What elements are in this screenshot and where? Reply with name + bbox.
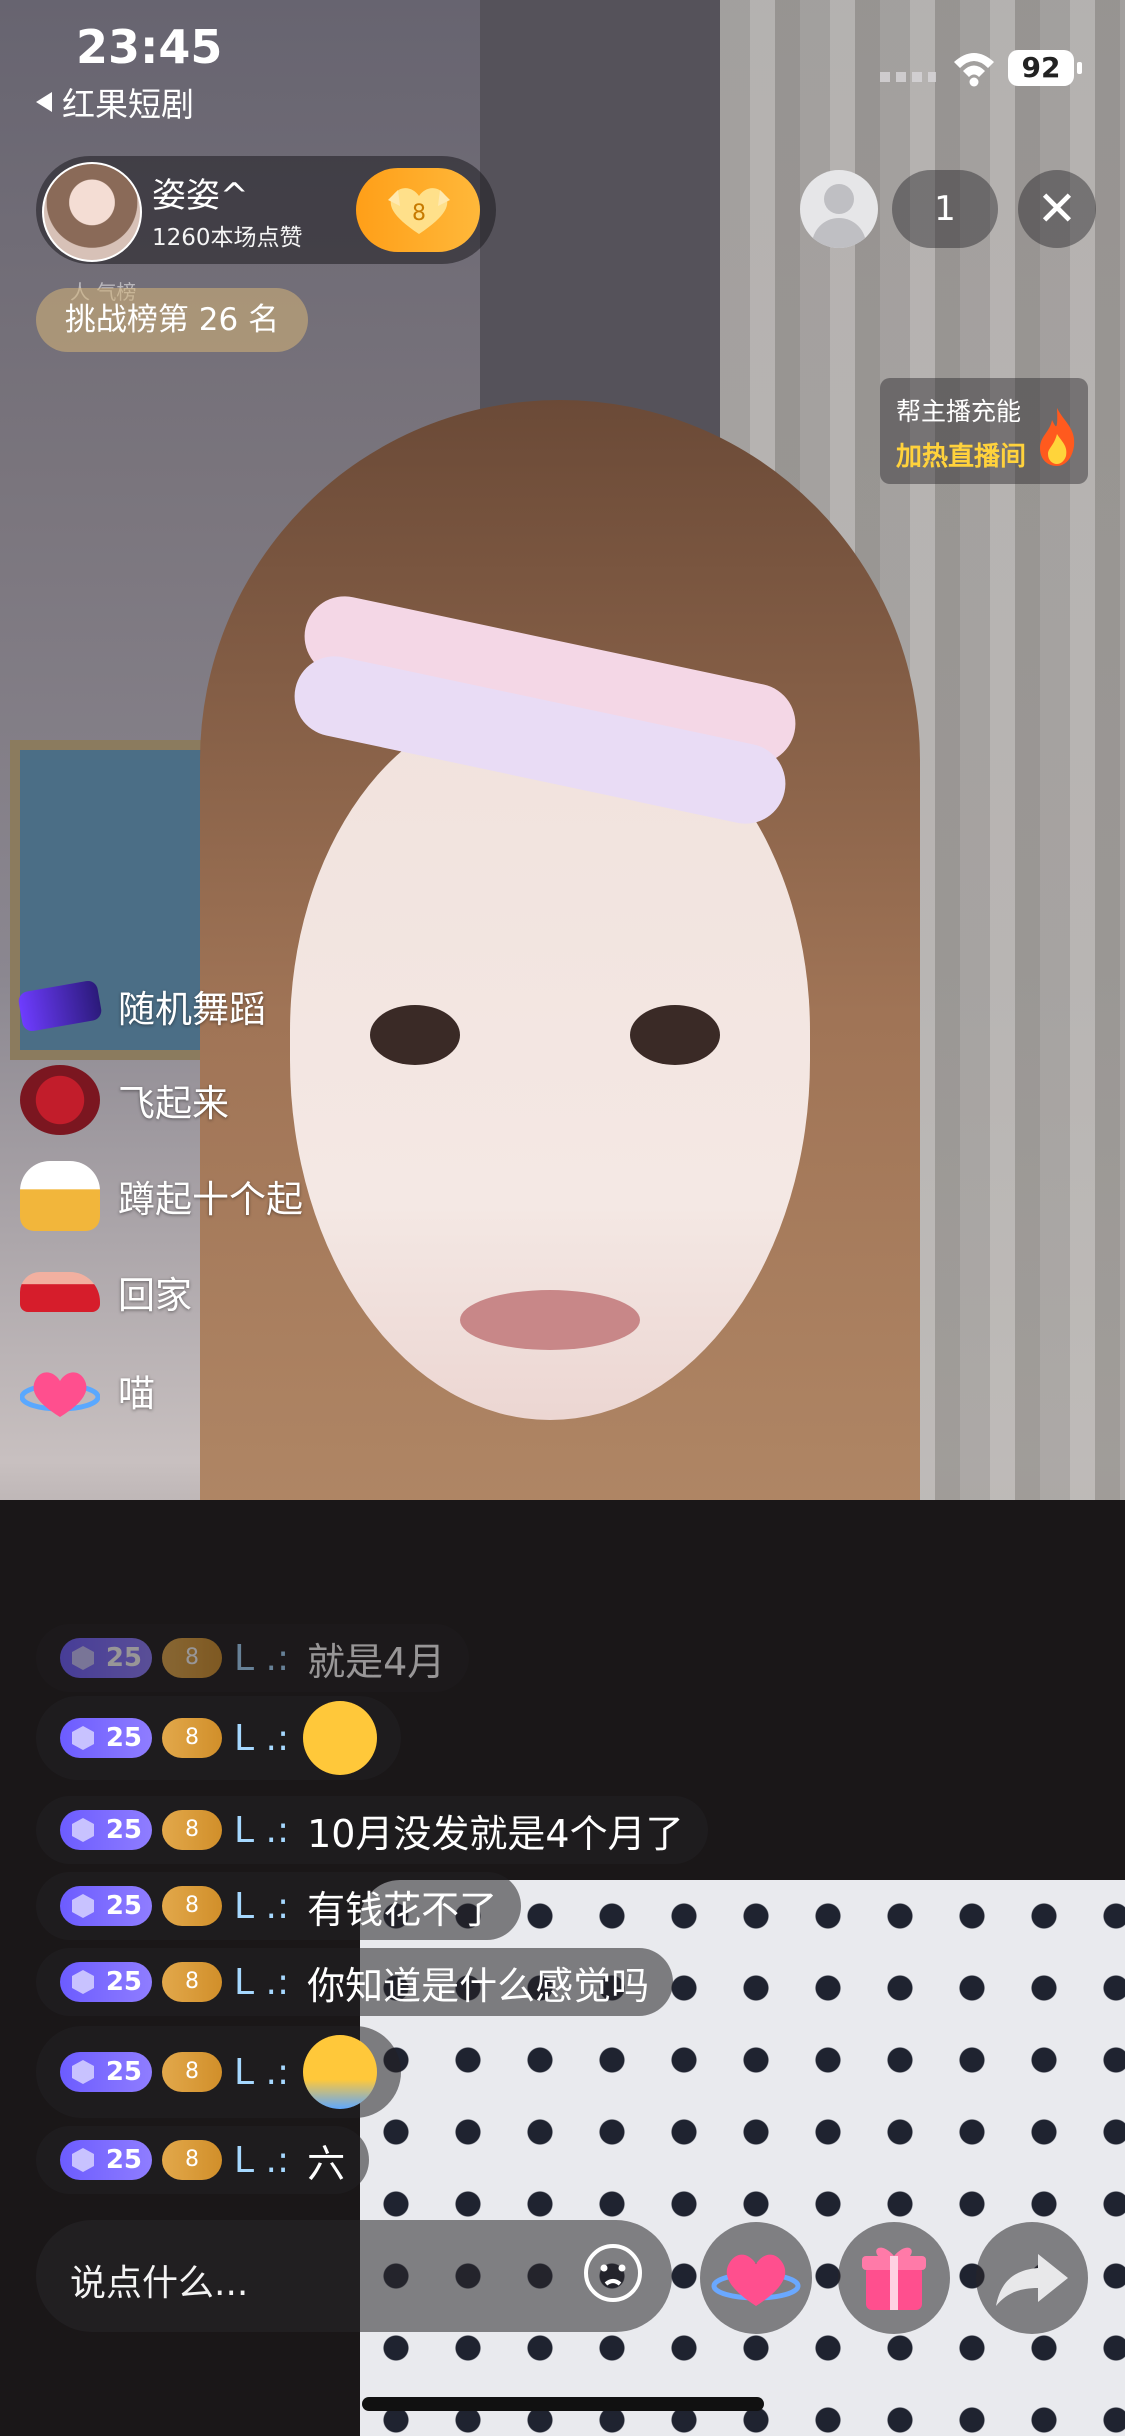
status-time: 23:45 [76,20,223,74]
user-level-badge: 25 [60,1638,152,1678]
gift-button[interactable] [838,2222,950,2334]
comment-input[interactable]: 说点什么... [36,2220,672,2332]
chat-username[interactable]: L .: [234,1886,289,1927]
chat-message[interactable]: 25 8 L .: [36,1696,402,1780]
chat-message[interactable]: 25 8 L .: 就是4月 [36,1624,470,1692]
rose-bouquet-icon [20,1065,100,1135]
gift-menu-label: 飞起来 [118,1082,229,1125]
chat-message[interactable]: 25 8 L .: 你知道是什么感觉吗 [36,1948,674,2016]
chat-username[interactable]: L .: [234,2052,289,2093]
comment-placeholder: 说点什么... [70,2263,249,2304]
viewer-avatar[interactable] [800,170,878,248]
fan-badge: 8 [162,1810,222,1850]
gift-menu-label: 喵 [118,1372,155,1415]
user-level-badge: 25 [60,1886,152,1926]
chat-message[interactable]: 25 8 L .: 有钱花不了 [36,1872,522,1940]
viewer-count[interactable]: 1 [892,170,998,248]
chat-text: 六 [307,2141,346,2186]
chat-username[interactable]: L .: [234,1718,289,1759]
fire-icon [1040,408,1075,466]
gift-menu-item[interactable]: 喵 [20,1350,155,1430]
host-name: 姿姿^ [152,176,249,216]
streamer-lips [460,1290,640,1350]
fan-badge: 8 [162,1962,222,2002]
back-arrow-icon [36,92,52,112]
gift-menu-label: 蹲起十个起 [118,1178,303,1221]
chat-message[interactable]: 25 8 L .: [36,2026,402,2118]
chat-text: 你知道是什么感觉吗 [307,1963,650,2008]
fan-badge: 8 [162,1638,222,1678]
gift-menu-item[interactable]: 回家 [20,1252,192,1332]
gift-menu-label: 回家 [118,1274,192,1317]
streamer-eye-right [630,1005,720,1065]
battery-indicator: 92 [1008,50,1082,86]
wifi-icon [954,53,994,87]
gift-menu-item[interactable]: 随机舞蹈 [17,966,266,1046]
user-level-badge: 25 [60,2140,152,2180]
chat-username[interactable]: L .: [234,1638,289,1679]
host-likes: 1260本场点赞 [152,225,303,251]
user-level-badge: 25 [60,1810,152,1850]
share-arrow-icon [996,2254,1068,2306]
back-app-label: 红果短剧 [62,85,194,124]
share-button[interactable] [976,2222,1088,2334]
fan-badge: 8 [162,1886,222,1926]
charge-line1: 帮主播充能 [896,397,1022,426]
chat-username[interactable]: L .: [234,1962,289,2003]
fan-level-text: 8 [412,201,426,226]
chat-text: 有钱花不了 [307,1887,498,1932]
user-level-badge: 25 [60,1962,152,2002]
charge-host-panel[interactable]: 帮主播充能 加热直播间 [880,378,1088,484]
fan-heart-icon: 8 [388,188,450,234]
chat-text: 10月没发就是4个月了 [307,1811,684,1856]
gift-menu-item[interactable]: 飞起来 [20,1060,229,1140]
crying-emoji-icon [303,2035,378,2109]
beer-mug-icon [20,1161,100,1231]
heart-gift-button[interactable] [700,2222,812,2334]
challenge-rank-chip[interactable]: 挑战榜第 26 名 [36,288,308,352]
charge-line2: 加热直播间 [896,442,1027,472]
user-level-badge: 25 [60,2052,152,2092]
chat-username[interactable]: L .: [234,1810,289,1851]
home-indicator [362,2397,764,2411]
back-to-app-link[interactable]: 红果短剧 [36,78,194,126]
user-level-badge: 25 [60,1718,152,1758]
fan-badge: 8 [162,2052,222,2092]
chat-message[interactable]: 25 8 L .: 六 [36,2126,370,2194]
chat-text: 就是4月 [307,1639,446,1684]
fan-badge: 8 [162,1718,222,1758]
host-avatar[interactable] [42,162,142,262]
heart-planet-icon [711,2254,801,2306]
fan-badge: 8 [162,2140,222,2180]
host-info-pill[interactable]: 姿姿^ 1260本场点赞 8 [36,156,496,264]
close-icon: ✕ [1036,181,1078,237]
cellular-signal-icon [880,72,936,82]
fan-club-button[interactable]: 8 [356,168,480,252]
close-button[interactable]: ✕ [1018,170,1096,248]
sunglasses-icon [17,979,103,1033]
chat-message[interactable]: 25 8 L .: 10月没发就是4个月了 [36,1796,708,1864]
gift-menu-label: 随机舞蹈 [118,988,266,1031]
heart-planet-icon [20,1372,100,1417]
streamer-eye-left [370,1005,460,1065]
gift-menu-item[interactable]: 蹲起十个起 [20,1156,303,1236]
chat-username[interactable]: L .: [234,2140,289,2181]
emoji-picker-icon[interactable] [582,2242,644,2304]
rolling-eyes-emoji-icon [303,1701,378,1775]
gift-box-icon [862,2247,926,2310]
sports-car-icon [20,1272,100,1312]
